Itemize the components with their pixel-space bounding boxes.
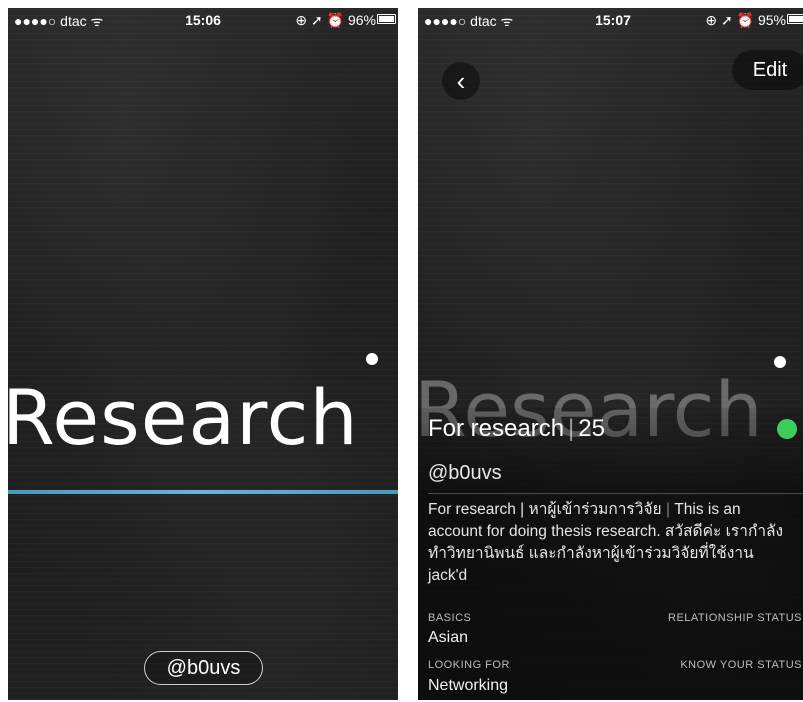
- cover-stripe: [8, 490, 398, 494]
- chevron-left-icon: ‹: [456, 66, 466, 96]
- looking-for-value: Networking: [428, 677, 509, 694]
- display-name: For research: [428, 415, 565, 442]
- back-button[interactable]: ‹: [442, 62, 480, 100]
- basics-label: BASICS: [428, 612, 472, 624]
- divider: [428, 493, 803, 494]
- status-indicators: ⊕ ➚ ⏰ 95%: [705, 12, 786, 28]
- looking-for-label: LOOKING FOR: [428, 659, 510, 671]
- bio-part-1: For research | หาผู้เข้าร่วมการวิจัย: [428, 501, 662, 518]
- know-your-status-label: KNOW YOUR STATUS: [680, 659, 802, 671]
- username-pill-button[interactable]: @b0uvs: [144, 651, 263, 685]
- username: @b0uvs: [428, 462, 502, 484]
- status-bar: ●●●●○ dtac ᯤ 15:06 ⊕ ➚ ⏰ 96%: [8, 8, 398, 30]
- basics-value: Asian: [428, 629, 469, 646]
- cover-text: Research: [8, 373, 359, 462]
- status-indicators: ⊕ ➚ ⏰ 96%: [295, 12, 376, 28]
- battery-icon: [377, 14, 396, 24]
- profile-screen: ●●●●○ dtac ᯤ 15:07 ⊕ ➚ ⏰ 95% ‹ Edit Rese…: [418, 8, 803, 700]
- separator: |: [568, 415, 575, 442]
- status-bar: ●●●●○ dtac ᯤ 15:07 ⊕ ➚ ⏰ 95%: [418, 8, 803, 30]
- online-status-icon: [777, 419, 797, 439]
- bio-separator: |: [665, 501, 670, 518]
- bio-text: For research | หาผู้เข้าร่วมการวิจัย | T…: [428, 499, 793, 587]
- profile-name-row: For research | 25: [428, 415, 605, 443]
- relationship-status-label: RELATIONSHIP STATUS: [668, 612, 802, 624]
- cover-photo-screen: ●●●●○ dtac ᯤ 15:06 ⊕ ➚ ⏰ 96% Research @b…: [8, 8, 398, 700]
- page-indicator-dot: [366, 353, 378, 365]
- age: 25: [578, 415, 605, 442]
- page-indicator-dot: [774, 356, 786, 368]
- battery-icon: [787, 14, 803, 24]
- edit-button[interactable]: Edit: [732, 50, 803, 90]
